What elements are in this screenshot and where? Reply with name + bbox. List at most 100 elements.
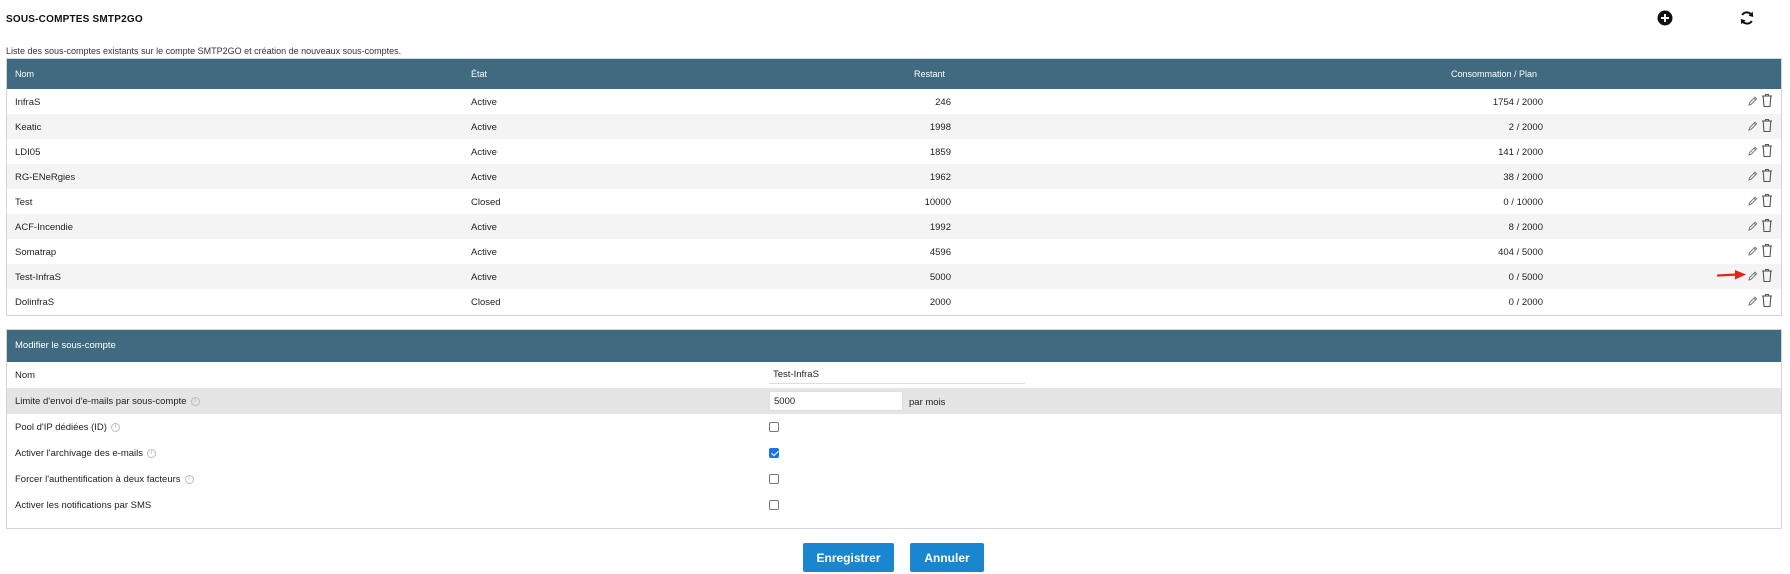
page-title: SOUS-COMPTES SMTP2GO: [6, 14, 143, 25]
archive-label: Activer l'archivage des e-mails i: [15, 448, 156, 459]
cell-restant: 4596: [929, 247, 951, 258]
cell-etat: Active: [471, 147, 497, 158]
archive-checkbox[interactable]: [769, 448, 779, 458]
pencil-icon[interactable]: [1747, 195, 1758, 207]
pencil-icon[interactable]: [1747, 95, 1758, 107]
trash-icon[interactable]: [1761, 243, 1773, 258]
pencil-icon[interactable]: [1747, 245, 1758, 257]
archive-label-text: Activer l'archivage des e-mails: [15, 448, 143, 459]
trash-icon[interactable]: [1761, 293, 1773, 308]
sms-label: Activer les notifications par SMS: [15, 500, 152, 511]
refresh-icon: [1740, 11, 1754, 25]
cell-etat: Active: [471, 122, 497, 133]
pencil-icon[interactable]: [1747, 220, 1758, 232]
table-row: Somatrap Active 4596 404 / 5000: [7, 239, 1781, 264]
info-icon[interactable]: i: [147, 448, 156, 458]
form-row-nom: Nom: [7, 362, 1781, 388]
row-actions: [1747, 218, 1773, 233]
cell-nom: RG-ENeRgies: [15, 172, 76, 183]
table-body: InfraS Active 246 1754 / 2000 Keatic Active 19…: [7, 89, 1781, 314]
limit-label: Limite d'envoi d'e-mails par sous-compte…: [15, 396, 200, 407]
nom-input[interactable]: [769, 366, 1025, 384]
trash-icon[interactable]: [1761, 268, 1773, 283]
form-row-pool: Pool d'IP dédiées (ID) i: [7, 414, 1781, 440]
cell-consommation: 0 / 5000: [1508, 272, 1543, 283]
form-row-archive: Activer l'archivage des e-mails i: [7, 440, 1781, 466]
pencil-icon[interactable]: [1747, 270, 1758, 282]
form-row-sms: Activer les notifications par SMS: [7, 492, 1781, 518]
row-actions: [1747, 193, 1773, 208]
cell-consommation: 1754 / 2000: [1492, 97, 1543, 108]
save-button[interactable]: Enregistrer: [803, 543, 894, 572]
table-row: Test Closed 10000 0 / 10000: [7, 189, 1781, 214]
twofa-checkbox[interactable]: [769, 474, 779, 484]
limit-input[interactable]: [769, 391, 903, 411]
pool-checkbox[interactable]: [769, 422, 779, 432]
column-header-etat[interactable]: État: [471, 69, 487, 79]
page-description: Liste des sous-comptes existants sur le …: [6, 46, 402, 56]
subaccounts-table: Nom État Restant Consommation / Plan Inf…: [6, 58, 1782, 316]
cell-consommation: 0 / 2000: [1508, 297, 1543, 308]
cell-restant: 1998: [929, 122, 951, 133]
pencil-icon[interactable]: [1747, 120, 1758, 132]
info-icon[interactable]: i: [110, 422, 120, 432]
pool-label: Pool d'IP dédiées (ID) i: [15, 422, 120, 433]
twofa-label: Forcer l'authentification à deux facteur…: [15, 474, 194, 485]
cell-nom: Somatrap: [15, 247, 57, 258]
trash-icon[interactable]: [1761, 193, 1773, 208]
cell-etat: Active: [471, 272, 497, 283]
cell-consommation: 8 / 2000: [1508, 222, 1543, 233]
row-actions: [1747, 168, 1773, 183]
cell-etat: Active: [471, 222, 497, 233]
trash-icon[interactable]: [1761, 118, 1773, 133]
refresh-button[interactable]: [1737, 8, 1757, 28]
cell-restant: 1962: [929, 172, 951, 183]
edit-panel-header: Modifier le sous-compte: [7, 330, 1781, 362]
column-header-restant[interactable]: Restant: [914, 69, 945, 79]
cell-nom: Test-InfraS: [15, 272, 61, 283]
cell-nom: DolinfraS: [15, 297, 55, 308]
cancel-button[interactable]: Annuler: [910, 543, 984, 572]
table-header: Nom État Restant Consommation / Plan: [7, 59, 1781, 89]
cell-nom: Test: [15, 197, 33, 208]
trash-icon[interactable]: [1761, 93, 1773, 108]
cell-consommation: 0 / 10000: [1503, 197, 1543, 208]
cell-consommation: 38 / 2000: [1503, 172, 1543, 183]
red-arrow-icon: [1717, 270, 1746, 280]
pencil-icon[interactable]: [1747, 145, 1758, 157]
limit-label-text: Limite d'envoi d'e-mails par sous-compte: [15, 396, 187, 407]
cell-restant: 1992: [929, 222, 951, 233]
table-row: RG-ENeRgies Active 1962 38 / 2000: [7, 164, 1781, 189]
row-actions: [1747, 118, 1773, 133]
row-actions: [1747, 293, 1773, 308]
trash-icon[interactable]: [1761, 168, 1773, 183]
cell-etat: Active: [471, 247, 497, 258]
cell-etat: Closed: [471, 197, 501, 208]
form-row-twofa: Forcer l'authentification à deux facteur…: [7, 466, 1781, 492]
limit-suffix: par mois: [909, 397, 946, 408]
cell-restant: 5000: [929, 272, 951, 283]
row-actions: [1747, 143, 1773, 158]
column-header-consommation[interactable]: Consommation / Plan: [1451, 69, 1537, 79]
cell-restant: 10000: [924, 197, 951, 208]
cell-nom: LDI05: [15, 147, 41, 158]
pool-label-text: Pool d'IP dédiées (ID): [15, 422, 107, 433]
info-icon[interactable]: i: [184, 474, 194, 484]
edit-subaccount-panel: Modifier le sous-compte Nom Limite d'env…: [6, 329, 1782, 529]
nom-label: Nom: [15, 370, 36, 381]
cell-etat: Closed: [471, 297, 501, 308]
row-actions: [1747, 93, 1773, 108]
sms-checkbox[interactable]: [769, 500, 779, 510]
column-header-nom[interactable]: Nom: [15, 69, 34, 79]
pencil-icon[interactable]: [1747, 170, 1758, 182]
trash-icon[interactable]: [1761, 218, 1773, 233]
table-row: Test-InfraS Active 5000 0 / 5000: [7, 264, 1781, 289]
add-subaccount-button[interactable]: [1655, 8, 1675, 28]
cell-restant: 246: [935, 97, 951, 108]
pencil-icon[interactable]: [1747, 295, 1758, 307]
cell-nom: InfraS: [15, 97, 41, 108]
table-row: Keatic Active 1998 2 / 2000: [7, 114, 1781, 139]
trash-icon[interactable]: [1761, 143, 1773, 158]
row-actions: [1747, 243, 1773, 258]
info-icon[interactable]: i: [190, 396, 200, 406]
